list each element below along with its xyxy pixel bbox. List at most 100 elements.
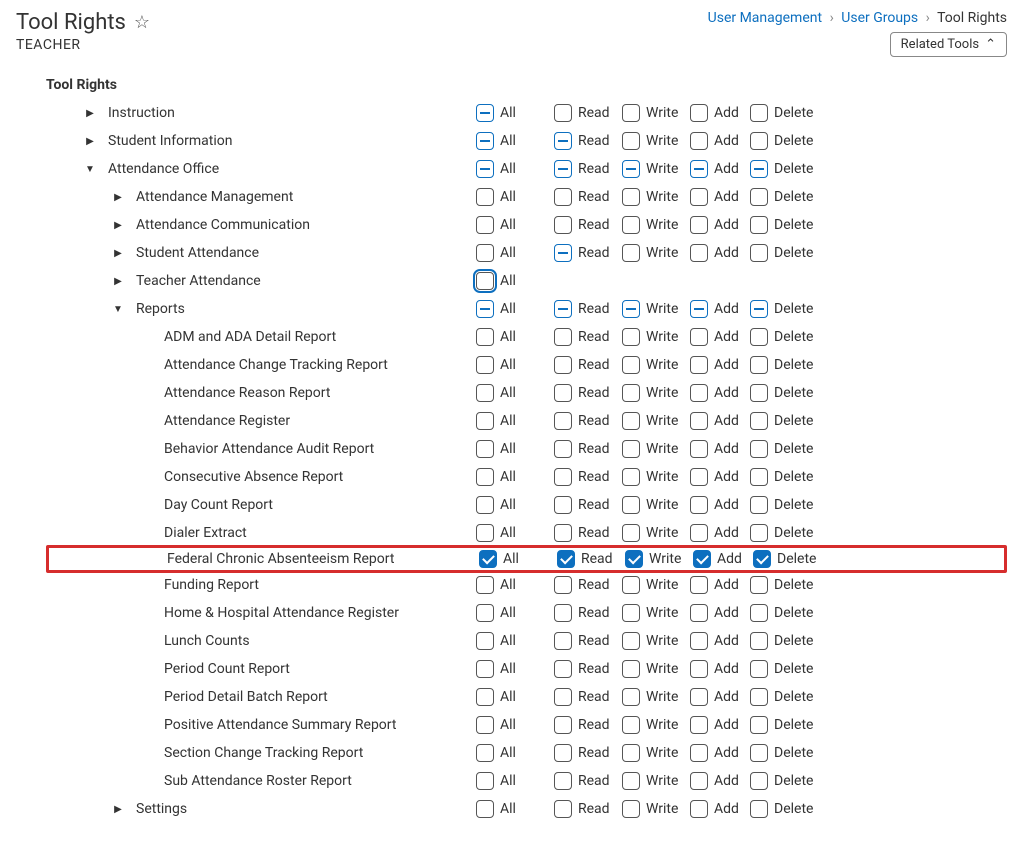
checkbox-read[interactable] — [554, 772, 572, 790]
checkbox-all[interactable] — [476, 660, 494, 678]
checkbox-add[interactable] — [690, 576, 708, 594]
tree-item-label[interactable]: Lunch Counts — [164, 633, 250, 649]
checkbox-delete[interactable] — [750, 660, 768, 678]
checkbox-add[interactable] — [690, 772, 708, 790]
checkbox-delete[interactable] — [750, 716, 768, 734]
checkbox-write[interactable] — [622, 216, 640, 234]
checkbox-all[interactable] — [476, 800, 494, 818]
checkbox-read[interactable] — [554, 496, 572, 514]
checkbox-all[interactable] — [476, 328, 494, 346]
breadcrumb-user-groups[interactable]: User Groups — [841, 10, 918, 26]
tree-item-label[interactable]: Attendance Office — [108, 161, 219, 177]
checkbox-add[interactable] — [690, 604, 708, 622]
expand-collapse-icon[interactable]: ▼ — [82, 164, 98, 175]
checkbox-read[interactable] — [554, 688, 572, 706]
checkbox-all[interactable] — [476, 272, 494, 290]
checkbox-write[interactable] — [622, 440, 640, 458]
tree-item-label[interactable]: Dialer Extract — [164, 525, 247, 541]
checkbox-all[interactable] — [476, 300, 494, 318]
checkbox-all[interactable] — [476, 132, 494, 150]
checkbox-read[interactable] — [554, 216, 572, 234]
checkbox-all[interactable] — [476, 216, 494, 234]
checkbox-all[interactable] — [476, 440, 494, 458]
tree-item-label[interactable]: Instruction — [108, 105, 175, 121]
checkbox-write[interactable] — [622, 524, 640, 542]
checkbox-add[interactable] — [690, 412, 708, 430]
tree-item-label[interactable]: Home & Hospital Attendance Register — [164, 605, 399, 621]
tree-item-label[interactable]: Student Attendance — [136, 245, 259, 261]
checkbox-delete[interactable] — [750, 104, 768, 122]
checkbox-add[interactable] — [690, 188, 708, 206]
checkbox-read[interactable] — [554, 188, 572, 206]
checkbox-all[interactable] — [476, 384, 494, 402]
checkbox-add[interactable] — [690, 688, 708, 706]
tree-item-label[interactable]: Attendance Communication — [136, 217, 310, 233]
checkbox-delete[interactable] — [750, 632, 768, 650]
tree-item-label[interactable]: Reports — [136, 301, 185, 317]
checkbox-write[interactable] — [622, 132, 640, 150]
tree-item-label[interactable]: Federal Chronic Absenteeism Report — [167, 551, 394, 567]
checkbox-all[interactable] — [476, 716, 494, 734]
checkbox-delete[interactable] — [750, 300, 768, 318]
checkbox-add[interactable] — [690, 524, 708, 542]
checkbox-write[interactable] — [622, 716, 640, 734]
tree-item-label[interactable]: Teacher Attendance — [136, 273, 261, 289]
checkbox-add[interactable] — [690, 744, 708, 762]
checkbox-add[interactable] — [690, 300, 708, 318]
checkbox-read[interactable] — [554, 800, 572, 818]
expand-collapse-icon[interactable]: ▼ — [110, 304, 126, 315]
checkbox-delete[interactable] — [750, 160, 768, 178]
expand-collapse-icon[interactable]: ▶ — [82, 108, 98, 119]
checkbox-delete[interactable] — [750, 188, 768, 206]
checkbox-all[interactable] — [476, 632, 494, 650]
checkbox-read[interactable] — [554, 576, 572, 594]
checkbox-add[interactable] — [690, 328, 708, 346]
checkbox-write[interactable] — [622, 772, 640, 790]
checkbox-read[interactable] — [554, 604, 572, 622]
checkbox-all[interactable] — [476, 496, 494, 514]
checkbox-write[interactable] — [622, 660, 640, 678]
tree-item-label[interactable]: Student Information — [108, 133, 232, 149]
checkbox-add[interactable] — [690, 632, 708, 650]
checkbox-read[interactable] — [554, 412, 572, 430]
tree-item-label[interactable]: Attendance Management — [136, 189, 293, 205]
checkbox-all[interactable] — [476, 604, 494, 622]
checkbox-all[interactable] — [476, 688, 494, 706]
checkbox-all[interactable] — [476, 772, 494, 790]
expand-collapse-icon[interactable]: ▶ — [110, 192, 126, 203]
checkbox-add[interactable] — [690, 660, 708, 678]
checkbox-write[interactable] — [622, 300, 640, 318]
checkbox-delete[interactable] — [750, 744, 768, 762]
checkbox-delete[interactable] — [750, 244, 768, 262]
tree-item-label[interactable]: Attendance Register — [164, 413, 290, 429]
checkbox-read[interactable] — [554, 524, 572, 542]
checkbox-delete[interactable] — [750, 688, 768, 706]
tree-item-label[interactable]: Consecutive Absence Report — [164, 469, 343, 485]
tree-item-label[interactable]: Positive Attendance Summary Report — [164, 717, 396, 733]
checkbox-write[interactable] — [622, 188, 640, 206]
related-tools-button[interactable]: Related Tools ⌃ — [890, 32, 1007, 57]
checkbox-all[interactable] — [476, 576, 494, 594]
checkbox-write[interactable] — [622, 412, 640, 430]
checkbox-write[interactable] — [622, 800, 640, 818]
checkbox-add[interactable] — [690, 132, 708, 150]
checkbox-add[interactable] — [690, 468, 708, 486]
checkbox-all[interactable] — [476, 412, 494, 430]
checkbox-delete[interactable] — [750, 468, 768, 486]
expand-collapse-icon[interactable]: ▶ — [82, 136, 98, 147]
checkbox-all[interactable] — [479, 550, 497, 568]
checkbox-all[interactable] — [476, 356, 494, 374]
tree-item-label[interactable]: Behavior Attendance Audit Report — [164, 441, 374, 457]
tree-item-label[interactable]: Section Change Tracking Report — [164, 745, 363, 761]
checkbox-write[interactable] — [622, 104, 640, 122]
checkbox-add[interactable] — [690, 716, 708, 734]
checkbox-write[interactable] — [622, 384, 640, 402]
checkbox-add[interactable] — [690, 160, 708, 178]
checkbox-write[interactable] — [622, 496, 640, 514]
checkbox-all[interactable] — [476, 188, 494, 206]
checkbox-read[interactable] — [554, 328, 572, 346]
checkbox-add[interactable] — [690, 496, 708, 514]
checkbox-write[interactable] — [622, 328, 640, 346]
checkbox-read[interactable] — [554, 468, 572, 486]
breadcrumb-user-management[interactable]: User Management — [708, 10, 822, 26]
